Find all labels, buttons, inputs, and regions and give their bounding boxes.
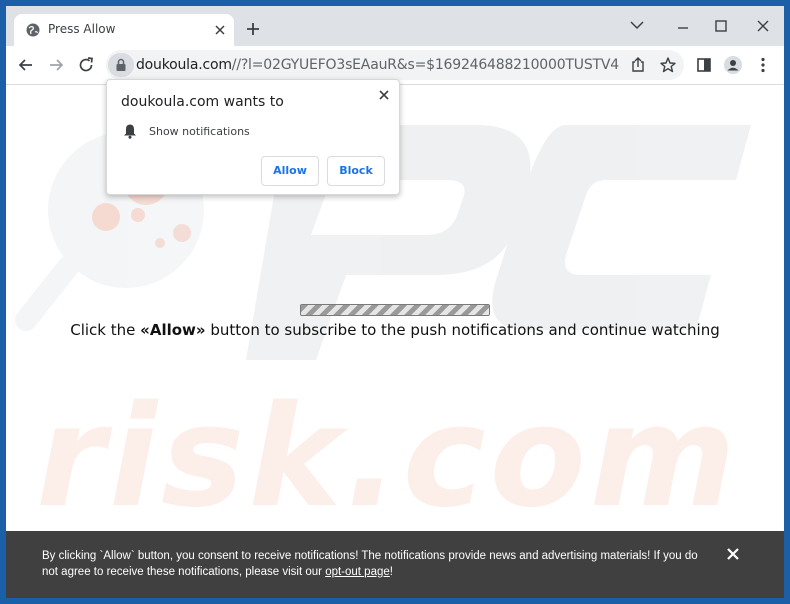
allow-button[interactable]: Allow bbox=[261, 156, 319, 186]
forward-arrow-icon[interactable] bbox=[46, 55, 66, 75]
opt-out-link[interactable]: opt-out page bbox=[325, 566, 390, 578]
minimize-icon[interactable] bbox=[622, 14, 652, 38]
reload-icon[interactable] bbox=[76, 55, 96, 75]
close-icon[interactable] bbox=[726, 547, 740, 561]
globe-icon bbox=[26, 23, 40, 37]
kebab-menu-icon[interactable] bbox=[753, 55, 773, 75]
notification-permission-popup: doukoula.com wants to Show notifications… bbox=[106, 79, 400, 195]
close-window-icon[interactable] bbox=[748, 14, 778, 38]
url-path: //?l=02GYUEFO3sEAauR&s=$169246488210000T… bbox=[231, 57, 620, 73]
address-bar[interactable]: doukoula.com//?l=02GYUEFO3sEAauR&s=$1692… bbox=[106, 50, 684, 80]
permission-title: doukoula.com wants to bbox=[121, 94, 284, 110]
back-arrow-icon[interactable] bbox=[16, 55, 36, 75]
url-domain: doukoula.com bbox=[136, 57, 232, 73]
tab-strip: Press Allow bbox=[6, 6, 784, 46]
star-icon[interactable] bbox=[658, 55, 678, 75]
instruction-message: Click the «Allow» button to subscribe to… bbox=[6, 321, 784, 339]
site-info-button[interactable] bbox=[108, 53, 134, 77]
profile-icon[interactable] bbox=[723, 55, 743, 75]
maximize-icon[interactable] bbox=[706, 14, 736, 38]
block-button[interactable]: Block bbox=[327, 156, 385, 186]
loading-progress-bar bbox=[300, 304, 490, 316]
tab-close-icon[interactable] bbox=[212, 22, 228, 38]
new-tab-plus-icon[interactable] bbox=[242, 18, 264, 40]
message-suffix: button to subscribe to the push notifica… bbox=[205, 321, 720, 339]
browser-window: Press Allow doukoula.com//?l=02GYUEFO3sE… bbox=[6, 6, 784, 598]
side-panel-icon[interactable] bbox=[694, 55, 714, 75]
message-emphasis: «Allow» bbox=[140, 321, 206, 339]
permission-label: Show notifications bbox=[149, 125, 250, 138]
minimize-icon[interactable] bbox=[668, 14, 698, 38]
close-icon[interactable] bbox=[376, 87, 392, 103]
lock-icon bbox=[116, 58, 126, 71]
tab-title: Press Allow bbox=[48, 22, 116, 36]
consent-text: By clicking `Allow` button, you consent … bbox=[42, 548, 712, 580]
message-prefix: Click the bbox=[70, 321, 141, 339]
consent-bar: By clicking `Allow` button, you consent … bbox=[6, 531, 784, 598]
share-icon[interactable] bbox=[628, 55, 648, 75]
svg-text:risk.com: risk.com bbox=[36, 376, 740, 537]
tab-press-allow[interactable]: Press Allow bbox=[14, 14, 234, 46]
bell-icon bbox=[124, 124, 136, 139]
consent-text-end: ! bbox=[389, 566, 393, 578]
progress-fill bbox=[301, 305, 489, 315]
url-text[interactable]: doukoula.com//?l=02GYUEFO3sEAauR&s=$1692… bbox=[136, 57, 620, 73]
